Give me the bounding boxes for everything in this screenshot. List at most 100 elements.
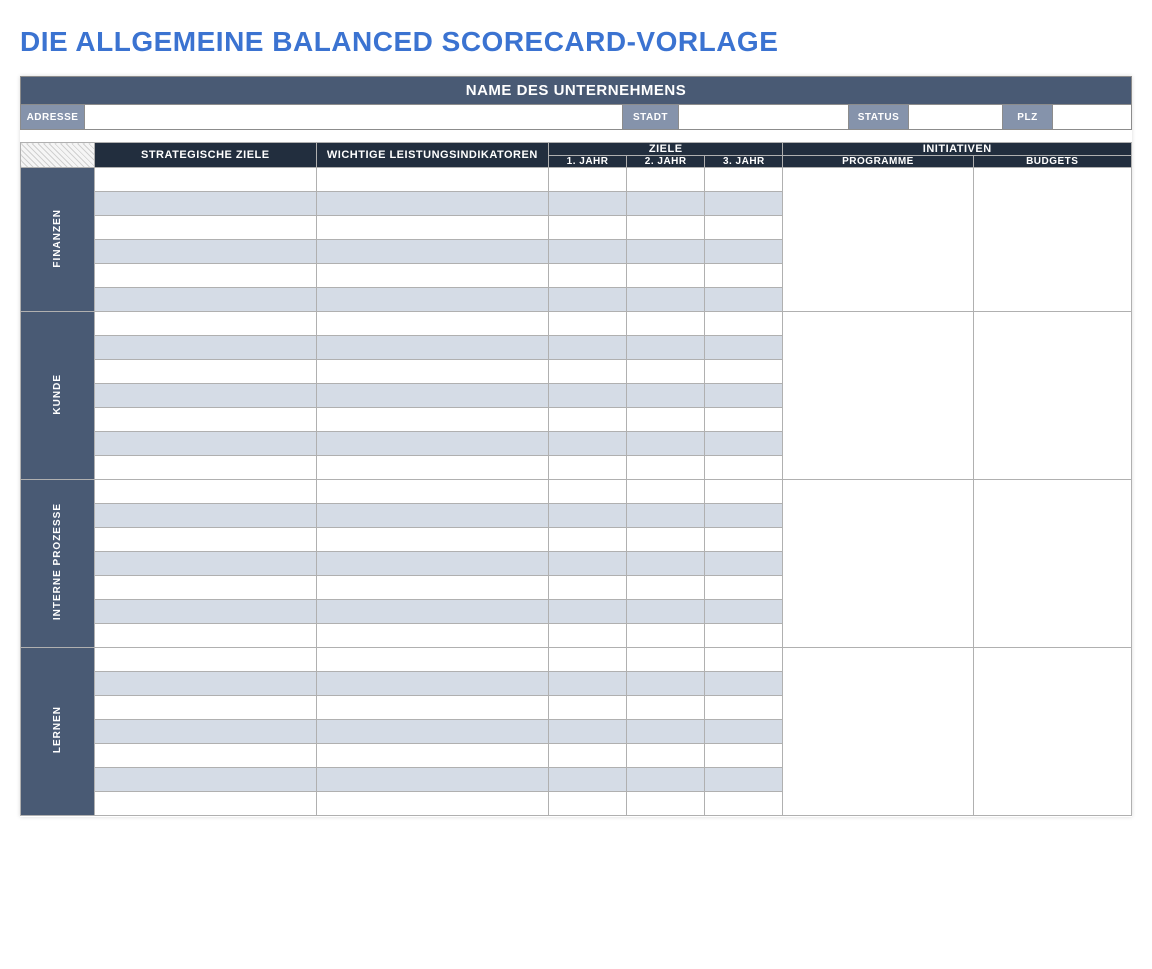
kpi-cell[interactable]	[316, 240, 548, 264]
zip-field[interactable]	[1053, 105, 1131, 129]
year3-cell[interactable]	[705, 288, 783, 312]
kpi-cell[interactable]	[316, 600, 548, 624]
kpi-cell[interactable]	[316, 168, 548, 192]
year2-cell[interactable]	[627, 336, 705, 360]
year2-cell[interactable]	[627, 744, 705, 768]
year1-cell[interactable]	[549, 168, 627, 192]
objective-cell[interactable]	[94, 264, 316, 288]
objective-cell[interactable]	[94, 768, 316, 792]
year2-cell[interactable]	[627, 360, 705, 384]
year2-cell[interactable]	[627, 384, 705, 408]
objective-cell[interactable]	[94, 360, 316, 384]
objective-cell[interactable]	[94, 192, 316, 216]
kpi-cell[interactable]	[316, 792, 548, 816]
year3-cell[interactable]	[705, 600, 783, 624]
objective-cell[interactable]	[94, 240, 316, 264]
year3-cell[interactable]	[705, 528, 783, 552]
year3-cell[interactable]	[705, 408, 783, 432]
programs-cell[interactable]	[783, 168, 973, 312]
year2-cell[interactable]	[627, 720, 705, 744]
objective-cell[interactable]	[94, 720, 316, 744]
year2-cell[interactable]	[627, 408, 705, 432]
year2-cell[interactable]	[627, 288, 705, 312]
kpi-cell[interactable]	[316, 480, 548, 504]
year3-cell[interactable]	[705, 336, 783, 360]
year3-cell[interactable]	[705, 504, 783, 528]
year3-cell[interactable]	[705, 672, 783, 696]
kpi-cell[interactable]	[316, 408, 548, 432]
year3-cell[interactable]	[705, 264, 783, 288]
kpi-cell[interactable]	[316, 720, 548, 744]
budgets-cell[interactable]	[973, 312, 1131, 480]
kpi-cell[interactable]	[316, 288, 548, 312]
year1-cell[interactable]	[549, 696, 627, 720]
kpi-cell[interactable]	[316, 528, 548, 552]
budgets-cell[interactable]	[973, 648, 1131, 816]
year1-cell[interactable]	[549, 456, 627, 480]
year2-cell[interactable]	[627, 504, 705, 528]
year2-cell[interactable]	[627, 792, 705, 816]
kpi-cell[interactable]	[316, 768, 548, 792]
kpi-cell[interactable]	[316, 744, 548, 768]
year2-cell[interactable]	[627, 456, 705, 480]
year2-cell[interactable]	[627, 528, 705, 552]
year1-cell[interactable]	[549, 600, 627, 624]
kpi-cell[interactable]	[316, 696, 548, 720]
year1-cell[interactable]	[549, 624, 627, 648]
year3-cell[interactable]	[705, 744, 783, 768]
objective-cell[interactable]	[94, 528, 316, 552]
year2-cell[interactable]	[627, 480, 705, 504]
kpi-cell[interactable]	[316, 384, 548, 408]
year3-cell[interactable]	[705, 576, 783, 600]
objective-cell[interactable]	[94, 504, 316, 528]
year1-cell[interactable]	[549, 384, 627, 408]
year1-cell[interactable]	[549, 528, 627, 552]
year3-cell[interactable]	[705, 192, 783, 216]
year1-cell[interactable]	[549, 408, 627, 432]
year3-cell[interactable]	[705, 456, 783, 480]
objective-cell[interactable]	[94, 336, 316, 360]
budgets-cell[interactable]	[973, 168, 1131, 312]
objective-cell[interactable]	[94, 576, 316, 600]
kpi-cell[interactable]	[316, 672, 548, 696]
year2-cell[interactable]	[627, 768, 705, 792]
objective-cell[interactable]	[94, 672, 316, 696]
year1-cell[interactable]	[549, 192, 627, 216]
year1-cell[interactable]	[549, 648, 627, 672]
objective-cell[interactable]	[94, 312, 316, 336]
year2-cell[interactable]	[627, 672, 705, 696]
objective-cell[interactable]	[94, 552, 316, 576]
year1-cell[interactable]	[549, 768, 627, 792]
year3-cell[interactable]	[705, 720, 783, 744]
year1-cell[interactable]	[549, 720, 627, 744]
objective-cell[interactable]	[94, 648, 316, 672]
year3-cell[interactable]	[705, 432, 783, 456]
year3-cell[interactable]	[705, 768, 783, 792]
kpi-cell[interactable]	[316, 336, 548, 360]
year1-cell[interactable]	[549, 480, 627, 504]
objective-cell[interactable]	[94, 216, 316, 240]
kpi-cell[interactable]	[316, 624, 548, 648]
year2-cell[interactable]	[627, 432, 705, 456]
kpi-cell[interactable]	[316, 648, 548, 672]
objective-cell[interactable]	[94, 432, 316, 456]
objective-cell[interactable]	[94, 696, 316, 720]
kpi-cell[interactable]	[316, 312, 548, 336]
year2-cell[interactable]	[627, 696, 705, 720]
year3-cell[interactable]	[705, 792, 783, 816]
year1-cell[interactable]	[549, 672, 627, 696]
year3-cell[interactable]	[705, 312, 783, 336]
year3-cell[interactable]	[705, 624, 783, 648]
year1-cell[interactable]	[549, 336, 627, 360]
year3-cell[interactable]	[705, 360, 783, 384]
programs-cell[interactable]	[783, 480, 973, 648]
kpi-cell[interactable]	[316, 192, 548, 216]
objective-cell[interactable]	[94, 600, 316, 624]
kpi-cell[interactable]	[316, 552, 548, 576]
year1-cell[interactable]	[549, 576, 627, 600]
objective-cell[interactable]	[94, 744, 316, 768]
year1-cell[interactable]	[549, 264, 627, 288]
kpi-cell[interactable]	[316, 216, 548, 240]
year1-cell[interactable]	[549, 744, 627, 768]
year2-cell[interactable]	[627, 216, 705, 240]
